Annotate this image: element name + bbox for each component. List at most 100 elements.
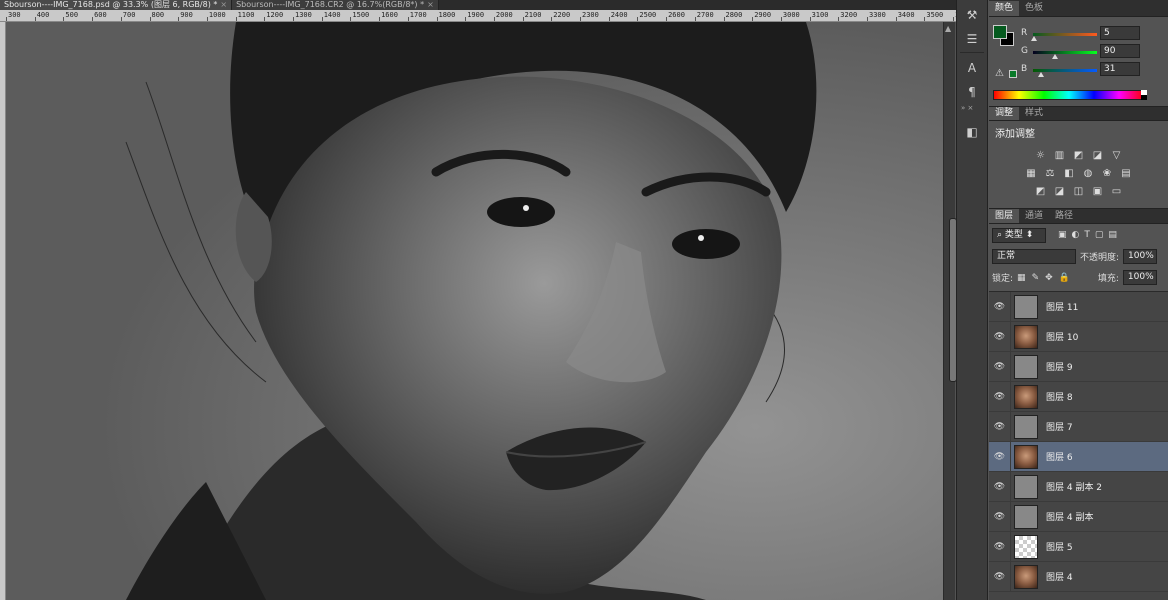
fill-input[interactable]: 100%	[1122, 270, 1157, 285]
channel-r-thumb[interactable]	[1031, 36, 1038, 41]
posterize-icon[interactable]: ◪	[1053, 186, 1067, 198]
visibility-toggle[interactable]: 👁	[989, 561, 1011, 592]
channel-g-value[interactable]: 90	[1100, 44, 1140, 58]
color-spectrum-bar[interactable]	[993, 90, 1145, 100]
layer-filter-select[interactable]: ⌕ 类型 ⬍	[992, 227, 1046, 243]
tab-styles[interactable]: 样式	[1019, 107, 1049, 120]
doc-tab-cr2[interactable]: Sbourson----IMG_7168.CR2 @ 16.7%(RGB/8*)…	[232, 0, 439, 10]
layer-name[interactable]: 图层 6	[1046, 450, 1073, 463]
layer-name[interactable]: 图层 9	[1046, 360, 1073, 373]
blend-mode-select[interactable]: 正常	[992, 249, 1076, 264]
collapse-arrows-icon[interactable]: » ×	[961, 104, 973, 112]
visibility-toggle[interactable]: 👁	[989, 531, 1011, 562]
doc-tab-psd[interactable]: Sbourson----IMG_7168.psd @ 33.3% (图层 6, …	[0, 0, 233, 10]
tab-swatches[interactable]: 色板	[1019, 1, 1049, 16]
channel-b-value[interactable]: 31	[1100, 62, 1140, 76]
layer-row[interactable]: 👁 图层 4 副本 2	[989, 471, 1168, 502]
vertical-scrollbar[interactable]: ▲	[943, 22, 957, 600]
levels-icon[interactable]: ▥	[1053, 150, 1067, 162]
scroll-up-icon[interactable]: ▲	[945, 24, 951, 33]
layer-row[interactable]: 👁 图层 7	[989, 411, 1168, 442]
channel-mixer-icon[interactable]: ❀	[1100, 168, 1114, 180]
layer-row[interactable]: 👁 图层 11	[989, 292, 1168, 322]
document-canvas[interactable]	[6, 22, 943, 600]
color-lookup-icon[interactable]: ▤	[1119, 168, 1133, 180]
shape-filter-icon[interactable]: ▢	[1095, 230, 1104, 240]
photo-filter-icon[interactable]: ◍	[1081, 168, 1095, 180]
exposure-icon[interactable]: ◪	[1091, 150, 1105, 162]
layer-name[interactable]: 图层 4 副本 2	[1046, 480, 1102, 493]
close-icon[interactable]: ×	[427, 0, 434, 10]
layer-row[interactable]: 👁 图层 5	[989, 531, 1168, 562]
threshold-icon[interactable]: ◫	[1072, 186, 1086, 198]
visibility-toggle[interactable]: 👁	[989, 381, 1011, 412]
close-icon[interactable]: ×	[220, 0, 227, 10]
channel-b-thumb[interactable]	[1037, 72, 1044, 77]
visibility-toggle[interactable]: 👁	[989, 411, 1011, 442]
layer-name[interactable]: 图层 4	[1046, 570, 1073, 583]
tab-color[interactable]: 颜色	[989, 1, 1020, 16]
layer-name[interactable]: 图层 5	[1046, 540, 1073, 553]
type-filter-icon[interactable]: T	[1084, 230, 1090, 240]
tab-paths[interactable]: 路径	[1049, 209, 1079, 223]
selective-color-icon[interactable]: ▣	[1091, 186, 1105, 198]
layer-name[interactable]: 图层 10	[1046, 330, 1078, 343]
curves-icon[interactable]: ◩	[1072, 150, 1086, 162]
paragraph-icon[interactable]: ¶	[961, 83, 983, 101]
gamut-warning-icon[interactable]: ⚠	[995, 68, 1004, 79]
horizontal-ruler[interactable]: 300 400 500 600 700 800 900 1000 1100 1200 1300 140…	[0, 10, 958, 22]
color-balance-icon[interactable]: ⚖	[1043, 168, 1057, 180]
layer-row[interactable]: 👁 图层 4 副本	[989, 501, 1168, 532]
gradient-map-icon[interactable]: ▭	[1110, 186, 1124, 198]
layer-thumbnail[interactable]	[1014, 534, 1038, 559]
hue-saturation-icon[interactable]: ▦	[1024, 168, 1038, 180]
web-safe-swatch[interactable]	[1009, 70, 1017, 78]
adjustments-tool-icon[interactable]: ◧	[961, 123, 983, 141]
adjustment-filter-icon[interactable]: ◐	[1072, 230, 1080, 240]
tab-channels[interactable]: 通道	[1019, 209, 1049, 223]
invert-icon[interactable]: ◩	[1034, 186, 1048, 198]
layer-thumbnail[interactable]	[1014, 444, 1038, 469]
black-white-ramp[interactable]	[1141, 90, 1147, 100]
layer-row[interactable]: 👁 图层 8	[989, 381, 1168, 412]
smart-object-filter-icon[interactable]: ▤	[1108, 230, 1117, 240]
lock-paint-icon[interactable]: ✎	[1032, 273, 1040, 283]
lock-position-icon[interactable]: ✥	[1045, 273, 1053, 283]
layer-thumbnail[interactable]	[1014, 474, 1038, 499]
visibility-toggle[interactable]: 👁	[989, 471, 1011, 502]
visibility-toggle[interactable]: 👁	[989, 501, 1011, 532]
tab-adjustments[interactable]: 调整	[989, 107, 1020, 120]
layer-name[interactable]: 图层 11	[1046, 300, 1078, 313]
channel-g-thumb[interactable]	[1052, 54, 1059, 59]
foreground-color-swatch[interactable]	[993, 25, 1007, 39]
layer-name[interactable]: 图层 4 副本	[1046, 510, 1093, 523]
tab-layers[interactable]: 图层	[989, 209, 1020, 223]
layer-name[interactable]: 图层 7	[1046, 420, 1073, 433]
visibility-toggle[interactable]: 👁	[989, 292, 1011, 322]
properties-icon[interactable]: ☰	[961, 30, 983, 48]
layer-thumbnail[interactable]	[1014, 294, 1038, 319]
vibrance-icon[interactable]: ▽	[1110, 150, 1124, 162]
layer-row[interactable]: 👁 图层 6	[989, 441, 1168, 472]
character-icon[interactable]: A	[961, 59, 983, 77]
history-brush-icon[interactable]: ⚒	[961, 6, 983, 24]
lock-transparency-icon[interactable]: ▦	[1017, 273, 1026, 283]
visibility-toggle[interactable]: 👁	[989, 441, 1011, 472]
visibility-toggle[interactable]: 👁	[989, 351, 1011, 382]
black-white-icon[interactable]: ◧	[1062, 168, 1076, 180]
layer-thumbnail[interactable]	[1014, 384, 1038, 409]
layer-row[interactable]: 👁 图层 4	[989, 561, 1168, 592]
channel-g-slider[interactable]	[1033, 51, 1097, 54]
layer-thumbnail[interactable]	[1014, 354, 1038, 379]
channel-r-value[interactable]: 5	[1100, 26, 1140, 40]
layer-thumbnail[interactable]	[1014, 414, 1038, 439]
opacity-input[interactable]: 100%	[1123, 249, 1158, 264]
layer-thumbnail[interactable]	[1014, 504, 1038, 529]
visibility-toggle[interactable]: 👁	[989, 321, 1011, 352]
layer-thumbnail[interactable]	[1014, 324, 1038, 349]
lock-all-icon[interactable]: 🔒	[1059, 273, 1070, 283]
layer-row[interactable]: 👁 图层 10	[989, 321, 1168, 352]
pixel-filter-icon[interactable]: ▣	[1058, 230, 1067, 240]
layer-thumbnail[interactable]	[1014, 564, 1038, 589]
channel-r-slider[interactable]	[1033, 33, 1097, 36]
